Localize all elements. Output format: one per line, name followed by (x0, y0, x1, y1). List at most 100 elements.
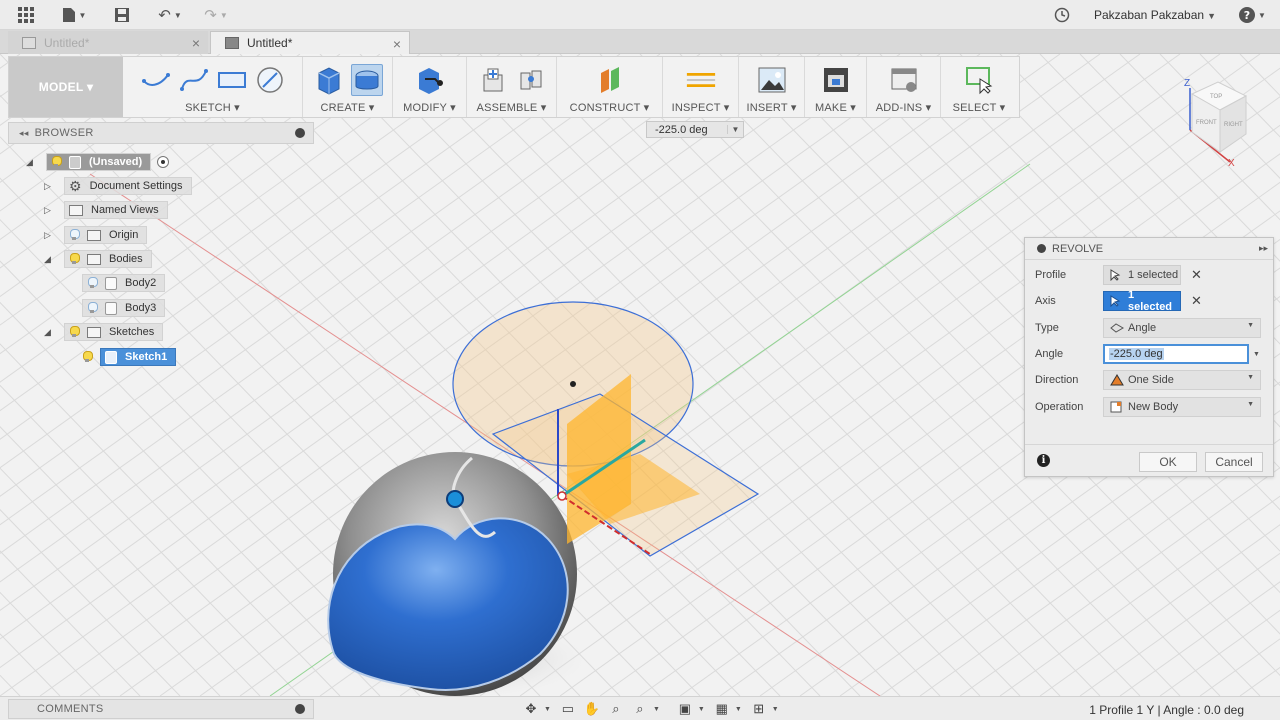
redo-icon[interactable]: ↷ ▼ (196, 4, 236, 26)
tree-item-sketch1[interactable]: Sketch1 (82, 347, 177, 367)
rectangle-tool-icon[interactable] (216, 64, 248, 96)
tree-item-body3[interactable]: Body3 (82, 298, 166, 318)
zoom-icon[interactable]: ⌕ (605, 700, 627, 718)
profile-point-icon[interactable] (446, 490, 464, 508)
profile-selector[interactable]: 1 selected (1103, 265, 1181, 285)
tree-item-document-settings[interactable]: ▷ ⚙ Document Settings (44, 176, 192, 196)
insert-image-icon[interactable] (756, 64, 788, 96)
tree-root[interactable]: ◢ (Unsaved) (26, 152, 170, 172)
joint-icon[interactable] (515, 64, 547, 96)
spline-tool-icon[interactable] (178, 64, 210, 96)
sketch-menu[interactable]: SKETCH ▾ (185, 101, 240, 114)
chevron-down-icon[interactable]: ▼ (772, 706, 779, 713)
expand-triangle-icon[interactable]: ▷ (44, 230, 56, 241)
file-icon[interactable]: ▼ (58, 4, 90, 26)
close-icon[interactable]: × (393, 36, 401, 52)
visibility-bulb-icon[interactable] (87, 302, 98, 314)
clock-icon[interactable] (1050, 4, 1074, 26)
tree-pill-selected[interactable]: Sketch1 (100, 348, 177, 366)
double-chevron-icon[interactable]: ◂◂ (19, 128, 29, 139)
chevron-down-icon[interactable]: ▼ (735, 706, 742, 713)
scripts-icon[interactable] (888, 64, 920, 96)
cancel-button[interactable]: Cancel (1205, 452, 1263, 472)
inspect-menu[interactable]: INSPECT ▾ (672, 101, 730, 114)
line-tool-icon[interactable] (140, 64, 172, 96)
help-icon[interactable]: ? ▼ (1236, 4, 1268, 26)
select-tool-icon[interactable] (963, 64, 995, 96)
angle-value[interactable]: -225.0 deg (647, 124, 727, 136)
activate-radio-icon[interactable] (157, 156, 170, 168)
create-menu[interactable]: CREATE ▾ (321, 101, 375, 114)
undo-icon[interactable]: ↶ ▼ (150, 4, 190, 26)
close-icon[interactable]: × (192, 35, 200, 51)
add-comment-icon[interactable] (295, 704, 305, 714)
orbit-icon[interactable]: ✥ (520, 700, 542, 718)
revolve-tool-icon[interactable] (350, 64, 383, 96)
offset-plane-icon[interactable] (594, 64, 626, 96)
chevron-down-icon[interactable]: ▼ (653, 706, 660, 713)
tree-item-sketches[interactable]: ◢ Sketches (44, 322, 164, 342)
expand-triangle-icon[interactable]: ◢ (44, 327, 56, 338)
extrude-tool-icon[interactable] (313, 64, 345, 96)
comments-panel[interactable]: COMMENTS (8, 699, 314, 719)
angle-input[interactable]: -225.0 deg (1103, 344, 1249, 364)
dialog-header[interactable]: REVOLVE ▸▸ (1025, 238, 1273, 260)
new-component-icon[interactable] (477, 64, 509, 96)
construct-menu[interactable]: CONSTRUCT ▾ (570, 101, 650, 114)
select-menu[interactable]: SELECT ▾ (953, 101, 1006, 114)
browser-header[interactable]: ◂◂ BROWSER (8, 122, 314, 144)
modify-menu[interactable]: MODIFY ▾ (403, 101, 456, 114)
angle-manipulator-input[interactable]: -225.0 deg ▼ (646, 121, 744, 138)
tab-untitled-2[interactable]: Untitled* × (210, 31, 410, 54)
tree-pill[interactable]: Sketches (64, 323, 164, 341)
fit-icon[interactable]: ⌕ (629, 700, 651, 718)
visibility-bulb-icon[interactable] (51, 156, 62, 168)
visibility-bulb-icon[interactable] (69, 229, 80, 241)
tree-pill[interactable]: ⚙ Document Settings (64, 177, 192, 195)
expand-triangle-icon[interactable]: ▷ (44, 205, 56, 216)
assemble-menu[interactable]: ASSEMBLE ▾ (477, 101, 547, 114)
workspace-switcher[interactable]: MODEL ▾ (9, 57, 123, 117)
tree-item-origin[interactable]: ▷ Origin (44, 225, 148, 245)
chevron-down-icon[interactable]: ▼ (698, 706, 705, 713)
user-menu[interactable]: Pakzaban Pakzaban ▼ (1094, 8, 1216, 22)
root-pill[interactable]: (Unsaved) (46, 153, 152, 171)
addins-menu[interactable]: ADD-INS ▾ (876, 101, 932, 114)
clear-selection-icon[interactable]: ✕ (1191, 293, 1202, 309)
clear-selection-icon[interactable]: ✕ (1191, 267, 1202, 283)
tree-pill[interactable]: Origin (64, 226, 148, 244)
grid-settings-icon[interactable]: ▦ (711, 700, 733, 718)
visibility-bulb-icon[interactable] (87, 277, 98, 289)
tree-pill[interactable]: Body2 (82, 274, 166, 292)
visibility-bulb-icon[interactable] (69, 326, 80, 338)
grid-icon[interactable] (14, 4, 38, 26)
display-settings-icon[interactable]: ▣ (674, 700, 696, 718)
tree-pill[interactable]: Body3 (82, 299, 166, 317)
view-cube[interactable]: Z X TOP FRONT RIGHT (1170, 72, 1254, 172)
chevron-down-icon[interactable]: ▼ (544, 706, 551, 713)
look-at-icon[interactable]: ▭ (557, 700, 579, 718)
insert-menu[interactable]: INSERT ▾ (746, 101, 796, 114)
visibility-bulb-icon[interactable] (69, 253, 80, 265)
expand-triangle-icon[interactable]: ◢ (44, 254, 56, 265)
tree-pill[interactable]: Named Views (64, 201, 168, 219)
measure-icon[interactable] (685, 64, 717, 96)
ok-button[interactable]: OK (1139, 452, 1197, 472)
circle-tool-icon[interactable] (254, 64, 286, 96)
operation-dropdown[interactable]: New Body ▼ (1103, 397, 1261, 417)
tree-item-named-views[interactable]: ▷ Named Views (44, 200, 168, 220)
press-pull-icon[interactable] (414, 64, 446, 96)
make-menu[interactable]: MAKE ▾ (815, 101, 856, 114)
save-icon[interactable] (110, 4, 134, 26)
visibility-bulb-icon[interactable] (82, 351, 93, 363)
chevron-down-icon[interactable]: ▼ (1253, 351, 1260, 358)
type-dropdown[interactable]: Angle ▼ (1103, 318, 1261, 338)
collapse-icon[interactable] (1037, 244, 1046, 253)
tree-item-body2[interactable]: Body2 (82, 273, 166, 293)
tab-untitled-1[interactable]: Untitled* × (8, 31, 208, 54)
viewports-icon[interactable]: ⊞ (748, 700, 770, 718)
tree-pill[interactable]: Bodies (64, 250, 152, 268)
axis-selector[interactable]: 1 selected (1103, 289, 1181, 313)
chevron-down-icon[interactable]: ▼ (727, 125, 743, 134)
tree-item-bodies[interactable]: ◢ Bodies (44, 249, 152, 269)
